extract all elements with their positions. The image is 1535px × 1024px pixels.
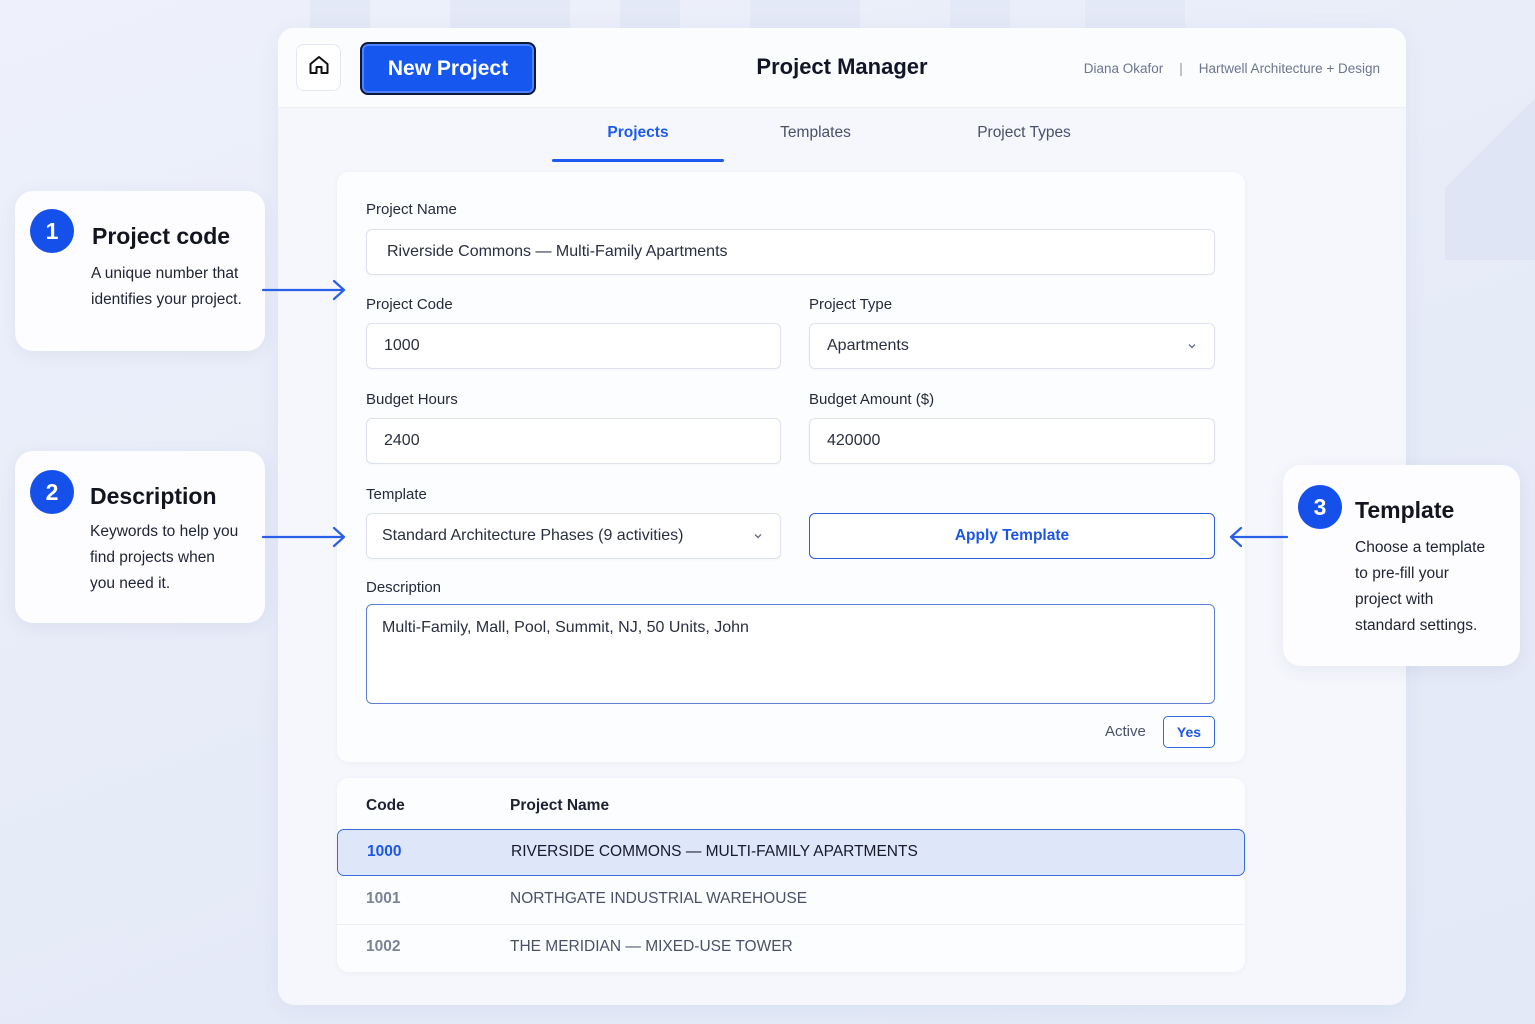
chevron-down-icon xyxy=(752,529,764,547)
callout-title: Description xyxy=(90,483,217,509)
project-code-input[interactable]: 1000 xyxy=(366,323,781,369)
home-button[interactable] xyxy=(296,44,341,91)
arrow-left-icon xyxy=(1229,526,1289,548)
template-label: Template xyxy=(366,486,427,503)
tab-projects[interactable]: Projects xyxy=(552,124,724,142)
callout-line: find projects when xyxy=(90,549,215,566)
callout-line: you need it. xyxy=(90,575,171,592)
callout-line: A unique number that xyxy=(91,265,239,282)
callout-text: Choose a template to pre-fill your proje… xyxy=(1355,535,1485,639)
project-type-select[interactable]: Apartments xyxy=(809,323,1215,369)
row-code: 1002 xyxy=(366,938,401,955)
projects-table: Code Project Name 1000 RIVERSIDE COMMONS… xyxy=(337,778,1245,972)
table-row[interactable]: 1002 THE MERIDIAN — MIXED-USE TOWER xyxy=(337,924,1245,972)
row-project-name: RIVERSIDE COMMONS — MULTI-FAMILY APARTME… xyxy=(511,843,918,860)
active-label: Active xyxy=(1105,723,1146,740)
project-type-label: Project Type xyxy=(809,296,893,313)
header-separator: | xyxy=(1179,61,1183,76)
new-project-button[interactable]: New Project xyxy=(360,42,536,95)
callout-description: 2 Description Keywords to help you find … xyxy=(15,451,265,623)
callout-text: Keywords to help you find projects when … xyxy=(90,519,238,597)
app-header: New Project Project Manager Diana Okafor… xyxy=(278,28,1406,108)
background-stripe xyxy=(310,0,370,30)
budget-amount-label: Budget Amount ($) xyxy=(809,391,935,408)
row-project-name: NORTHGATE INDUSTRIAL WAREHOUSE xyxy=(510,890,808,907)
callout-line: Keywords to help you xyxy=(90,523,239,540)
description-label: Description xyxy=(366,579,442,596)
tab-bar: Projects Templates Project Types xyxy=(278,108,1406,162)
row-code: 1001 xyxy=(366,890,401,907)
step-badge: 2 xyxy=(30,470,74,514)
row-project-name: THE MERIDIAN — MIXED-USE TOWER xyxy=(510,938,793,955)
background-corner xyxy=(1445,80,1535,260)
column-header-code[interactable]: Code xyxy=(366,797,405,815)
company-name: Hartwell Architecture + Design xyxy=(1198,61,1380,76)
callout-line: standard settings. xyxy=(1355,617,1478,634)
home-icon xyxy=(307,53,331,82)
project-form: Project Name Riverside Commons — Multi-F… xyxy=(337,172,1245,762)
step-badge: 1 xyxy=(30,209,74,253)
user-info: Diana Okafor | Hartwell Architecture + D… xyxy=(1084,61,1380,76)
callout-line: Choose a template xyxy=(1355,539,1486,556)
callout-template: 3 Template Choose a template to pre-fill… xyxy=(1283,465,1520,666)
budget-hours-label: Budget Hours xyxy=(366,391,458,408)
column-header-project-name[interactable]: Project Name xyxy=(510,797,609,815)
row-code: 1000 xyxy=(367,843,402,860)
budget-hours-input[interactable]: 2400 xyxy=(366,418,781,464)
project-name-input[interactable]: Riverside Commons — Multi-Family Apartme… xyxy=(366,229,1215,275)
table-row[interactable]: 1000 RIVERSIDE COMMONS — MULTI-FAMILY AP… xyxy=(337,829,1245,876)
callout-title: Template xyxy=(1355,497,1455,523)
callout-line: project with xyxy=(1355,591,1434,608)
background-stripe xyxy=(1085,0,1185,30)
arrow-right-icon xyxy=(262,279,346,301)
active-toggle[interactable]: Yes xyxy=(1163,716,1215,748)
callout-line: to pre-fill your xyxy=(1355,565,1449,582)
budget-amount-input[interactable]: 420000 xyxy=(809,418,1215,464)
chevron-down-icon xyxy=(1186,339,1198,357)
project-type-value: Apartments xyxy=(827,337,909,354)
callout-text: A unique number that identifies your pro… xyxy=(91,261,242,313)
project-code-label: Project Code xyxy=(366,296,453,313)
template-select[interactable]: Standard Architecture Phases (9 activiti… xyxy=(366,513,781,559)
description-textarea[interactable]: Multi-Family, Mall, Pool, Summit, NJ, 50… xyxy=(366,604,1215,704)
arrow-right-icon xyxy=(262,526,346,548)
apply-template-button[interactable]: Apply Template xyxy=(809,513,1215,559)
tab-project-types[interactable]: Project Types xyxy=(950,124,1098,142)
callout-line: identifies your project. xyxy=(91,291,242,308)
callout-title: Project code xyxy=(92,223,231,249)
background-stripe xyxy=(620,0,680,30)
background-stripe xyxy=(450,0,570,30)
background-stripe xyxy=(950,0,1010,30)
tab-templates[interactable]: Templates xyxy=(748,124,883,142)
template-value: Standard Architecture Phases (9 activiti… xyxy=(382,527,684,544)
active-tab-indicator xyxy=(552,159,724,162)
callout-project-code: 1 Project code A unique number that iden… xyxy=(15,191,265,351)
user-name[interactable]: Diana Okafor xyxy=(1084,61,1164,76)
project-manager-window: New Project Project Manager Diana Okafor… xyxy=(278,28,1406,1005)
project-name-label: Project Name xyxy=(366,201,457,218)
background-stripe xyxy=(750,0,860,30)
step-badge: 3 xyxy=(1298,485,1342,529)
table-row[interactable]: 1001 NORTHGATE INDUSTRIAL WAREHOUSE xyxy=(337,876,1245,924)
